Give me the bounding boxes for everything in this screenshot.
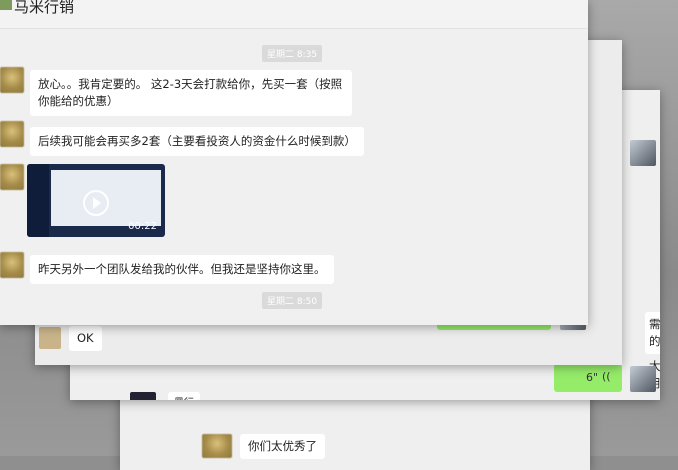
- message-text: 放心。。我肯定要的。 这2-3天会打款给你，先买一套（按照你能给的优惠）: [38, 77, 343, 108]
- contact-avatar[interactable]: [0, 67, 24, 93]
- message-text: 后续我可能会再买多2套（主要看投资人的资金什么时候到款）: [38, 134, 356, 148]
- message-text: 你们太优秀了: [248, 439, 317, 453]
- app-logo-icon: [0, 0, 12, 10]
- voice-message-bubble[interactable]: 6" ((: [554, 364, 622, 392]
- message-bubble: 昨天另外一个团队发给我的伙伴。但我还是坚持你这里。: [30, 255, 334, 284]
- video-message[interactable]: 00:22: [27, 164, 165, 237]
- chat-title: 马米行销: [14, 0, 75, 16]
- voice-wave-icon: ((: [602, 370, 611, 383]
- contact-avatar[interactable]: [0, 121, 24, 147]
- timestamp: 星期二 8:35: [262, 45, 323, 62]
- message-bubble: 你们太优秀了: [240, 434, 325, 459]
- contact-avatar-dark[interactable]: [130, 392, 156, 400]
- contact-avatar[interactable]: [0, 164, 24, 190]
- message-bubble: 放心。。我肯定要的。 这2-3天会打款给你，先买一套（按照你能给的优惠）: [30, 70, 352, 116]
- name-bubble: 黑行: [168, 392, 200, 400]
- name-text: 黑行: [174, 398, 194, 400]
- edge-label-1: 需的: [649, 317, 660, 348]
- ok-bubble: OK: [69, 326, 102, 351]
- edge-text-1: 需的: [645, 312, 660, 354]
- play-icon[interactable]: [83, 190, 109, 216]
- contact-avatar-right[interactable]: [630, 140, 656, 166]
- contact-avatar[interactable]: [202, 434, 232, 458]
- contact-avatar-right-2[interactable]: [630, 366, 656, 392]
- chat-window-main: 马米行销 星期二 8:35 放心。。我肯定要的。 这2-3天会打款给你，先买一套…: [0, 0, 588, 325]
- title-bar: 马米行销: [0, 0, 588, 29]
- message-bubble: 后续我可能会再买多2套（主要看投资人的资金什么时候到款）: [30, 127, 364, 156]
- video-duration: 00:22: [128, 221, 157, 232]
- video-thumb-sidebar: [27, 164, 49, 237]
- message-text: 昨天另外一个团队发给我的伙伴。但我还是坚持你这里。: [38, 262, 326, 276]
- timestamp: 星期二 8:50: [262, 292, 323, 309]
- voice-duration: 6": [586, 371, 599, 384]
- ok-text: OK: [77, 331, 94, 345]
- contact-avatar-bear[interactable]: [39, 327, 61, 349]
- contact-avatar[interactable]: [0, 252, 24, 278]
